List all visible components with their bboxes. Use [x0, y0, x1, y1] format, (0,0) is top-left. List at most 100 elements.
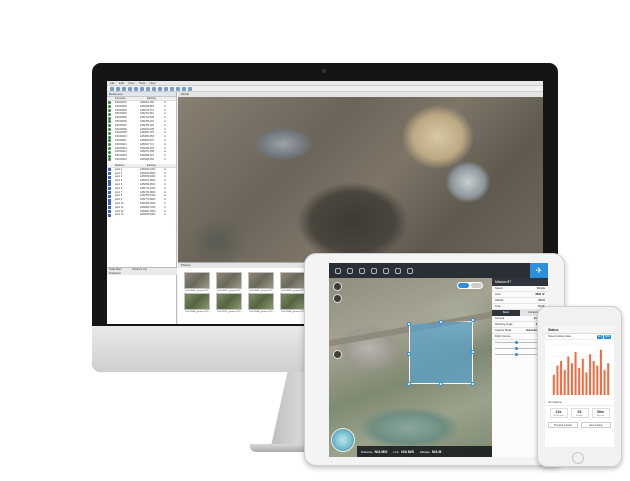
check-icon[interactable] — [108, 135, 111, 139]
waypoint-marker[interactable] — [471, 350, 475, 354]
check-icon[interactable] — [108, 175, 111, 179]
photo-thumbnail[interactable]: DSC00083_geotag.JPG — [280, 272, 306, 292]
toolbar-tool-icon[interactable] — [146, 87, 150, 91]
menu-item-tools[interactable]: Tools — [138, 81, 145, 85]
check-icon[interactable] — [108, 213, 111, 217]
photo-thumbnail[interactable]: DSC00080_geotag.JPG — [184, 272, 210, 292]
check-icon[interactable] — [108, 206, 111, 210]
compass-button[interactable] — [333, 350, 342, 359]
toolbar-tool-icon[interactable] — [110, 87, 114, 91]
chart-bar[interactable] — [556, 365, 559, 395]
mission-icon[interactable] — [347, 267, 353, 274]
marker-list: point 1 1282623.1200 m point 2 1282640.5800 m… — [107, 168, 176, 217]
photo-thumbnail[interactable]: DSC00081_geotag.JPG — [216, 272, 242, 292]
photo-thumbnail[interactable]: DSC00088_geotag.JPG — [248, 293, 274, 313]
toolbar-tool-icon[interactable] — [188, 87, 192, 91]
check-icon[interactable] — [108, 209, 111, 213]
check-icon[interactable] — [108, 112, 111, 116]
check-icon[interactable] — [108, 154, 111, 158]
menu-item-edit[interactable]: Edit — [119, 81, 124, 85]
camera-preview-minimap[interactable] — [331, 428, 355, 452]
check-icon[interactable] — [108, 146, 111, 150]
check-icon[interactable] — [108, 150, 111, 154]
photo-thumbnail[interactable]: DSC00086_geotag.JPG — [184, 293, 210, 313]
toolbar-tool-icon[interactable] — [134, 87, 138, 91]
check-icon[interactable] — [108, 202, 111, 206]
toolbar-tool-icon[interactable] — [122, 87, 126, 91]
toolbar-tool-icon[interactable] — [158, 87, 162, 91]
map-mode-toggle[interactable] — [457, 282, 483, 289]
check-icon[interactable] — [108, 190, 111, 194]
locate-button[interactable] — [333, 294, 342, 303]
chart-bar[interactable] — [589, 354, 592, 395]
chart-bar[interactable] — [570, 363, 573, 395]
back-icon[interactable] — [335, 267, 341, 274]
waypoint-marker[interactable] — [471, 382, 475, 386]
orthomosaic-model-view[interactable]: Model — [178, 92, 543, 262]
survey-area-polygon[interactable] — [409, 321, 473, 384]
toolbar-tool-icon[interactable] — [140, 87, 144, 91]
check-icon[interactable] — [108, 171, 111, 175]
check-icon[interactable] — [108, 183, 111, 187]
check-icon[interactable] — [108, 127, 111, 131]
chart-bar[interactable] — [599, 349, 602, 395]
chart-bar[interactable] — [585, 372, 588, 395]
settings-icon[interactable] — [407, 267, 413, 274]
check-icon[interactable] — [108, 158, 111, 162]
waypoint-marker[interactable] — [439, 382, 443, 386]
check-icon[interactable] — [108, 108, 111, 112]
chart-bar[interactable] — [552, 374, 555, 395]
check-icon[interactable] — [108, 131, 111, 135]
toolbar-tool-icon[interactable] — [164, 87, 168, 91]
toolbar-tool-icon[interactable] — [128, 87, 132, 91]
waypoint-marker[interactable] — [407, 382, 411, 386]
toolbar-tool-icon[interactable] — [116, 87, 120, 91]
waypoint-marker[interactable] — [407, 322, 411, 326]
chart-bar[interactable] — [592, 361, 595, 395]
next-mission-button[interactable]: Next mission — [581, 422, 611, 428]
tag-spd[interactable]: SPD — [604, 335, 611, 339]
model-tab[interactable]: Model — [178, 92, 543, 97]
table-row[interactable]: DSC00016 1283025.256 m — [107, 158, 176, 162]
check-icon[interactable] — [108, 194, 111, 198]
photo-thumbnail[interactable]: DSC00082_geotag.JPG — [248, 272, 274, 292]
chart-bar[interactable] — [607, 363, 610, 395]
bar-chart-svg — [552, 343, 610, 396]
chart-bar[interactable] — [574, 351, 577, 395]
check-icon[interactable] — [108, 187, 111, 191]
table-row[interactable]: point 13 1282846.6400 m — [107, 213, 176, 217]
photo-thumbnail[interactable]: DSC00087_geotag.JPG — [216, 293, 242, 313]
toolbar-tool-icon[interactable] — [170, 87, 174, 91]
chart-bar[interactable] — [581, 358, 584, 395]
chart-bar[interactable] — [563, 370, 566, 395]
menu-item-view[interactable]: View — [128, 81, 134, 85]
check-icon[interactable] — [108, 198, 111, 202]
menu-item-help[interactable]: Help — [149, 81, 155, 85]
chart-bar[interactable] — [603, 370, 606, 395]
telemetry-item: Altitude N/A M — [420, 450, 442, 454]
check-icon[interactable] — [108, 116, 111, 120]
photo-thumbnail[interactable]: DSC00089_geotag.JPG — [280, 293, 306, 313]
phone-nav-buttons: Previous mission Next mission — [548, 422, 611, 428]
map-layer-button[interactable] — [333, 282, 342, 291]
toolbar-tool-icon[interactable] — [182, 87, 186, 91]
menu-item-file[interactable]: File — [110, 81, 115, 85]
tag-alt[interactable]: ALT — [596, 335, 604, 339]
waypoint-marker[interactable] — [471, 318, 475, 322]
waypoint-marker[interactable] — [439, 320, 443, 324]
check-icon[interactable] — [108, 168, 111, 172]
chart-bar[interactable] — [596, 365, 599, 395]
stats-title: All missions — [545, 400, 614, 406]
camera-settings-icon[interactable] — [359, 267, 365, 274]
flight-map[interactable]: Distance N/A M/S H.S. N/A M/S Altitude N/A M — [329, 278, 492, 457]
previous-mission-button[interactable]: Previous mission — [548, 422, 578, 428]
chart-bar[interactable] — [560, 361, 563, 395]
takeoff-plane-icon[interactable]: ✈ — [530, 263, 548, 278]
check-icon[interactable] — [108, 179, 111, 183]
toolbar-tool-icon[interactable] — [152, 87, 156, 91]
chart-bar[interactable] — [578, 367, 581, 395]
waypoint-marker[interactable] — [407, 352, 411, 356]
toolbar-tool-icon[interactable] — [176, 87, 180, 91]
chart-bar[interactable] — [567, 356, 570, 395]
home-button[interactable] — [572, 452, 584, 464]
